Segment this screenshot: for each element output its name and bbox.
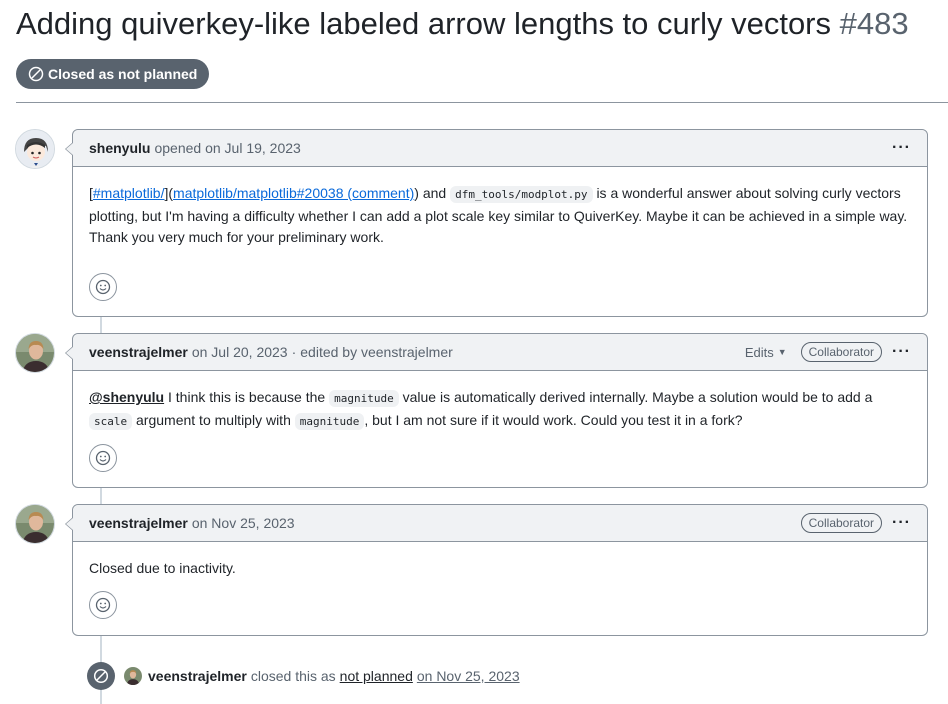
- comment-link[interactable]: #matplotlib/: [93, 185, 165, 201]
- inline-code: magnitude: [329, 390, 399, 407]
- issue-title-text: Adding quiverkey-like labeled arrow leng…: [16, 6, 832, 41]
- collaborator-badge: Collaborator: [800, 513, 883, 533]
- comment-author[interactable]: veenstrajelmer: [89, 344, 188, 360]
- state-label: Closed as not planned: [48, 66, 198, 82]
- comment-text: , but I am not sure if it would work. Co…: [364, 411, 743, 428]
- state-badge: Closed as not planned: [16, 59, 210, 89]
- avatar-illustration: [16, 130, 54, 168]
- inline-code: dfm_tools/modplot.py: [450, 186, 593, 203]
- issue-title: Adding quiverkey-like labeled arrow leng…: [16, 6, 909, 42]
- edited-by: edited by veenstrajelmer: [300, 344, 453, 360]
- comment-text: I think this is because the: [168, 389, 326, 405]
- more-options-icon[interactable]: ···: [892, 514, 911, 532]
- comment-text: and: [422, 185, 447, 201]
- inline-code: magnitude: [294, 412, 365, 430]
- skip-icon: [28, 66, 44, 82]
- comment-card: shenyulu opened on Jul 19, 2023 ··· [#ma…: [65, 129, 928, 317]
- header-divider: [16, 102, 948, 103]
- close-reason-link[interactable]: not planned: [340, 668, 413, 684]
- comment-header: shenyulu opened on Jul 19, 2023 ···: [73, 130, 927, 167]
- comment-card: veenstrajelmer on Jul 20, 2023 · edited …: [65, 333, 928, 488]
- comment-card: veenstrajelmer on Nov 25, 2023 Collabora…: [65, 504, 928, 636]
- timeline-line: [100, 487, 102, 505]
- add-reaction-button[interactable]: [89, 591, 117, 619]
- avatar-photo: [124, 667, 142, 685]
- more-options-icon[interactable]: ···: [892, 139, 911, 157]
- smiley-icon: [95, 597, 111, 613]
- avatar[interactable]: [15, 129, 55, 169]
- avatar[interactable]: [124, 667, 142, 685]
- comment-header: veenstrajelmer on Jul 20, 2023 · edited …: [73, 334, 927, 371]
- comment-date[interactable]: on Nov 25, 2023: [192, 515, 295, 531]
- smiley-icon: [95, 450, 111, 466]
- user-mention[interactable]: @shenyulu: [89, 389, 164, 405]
- comment-text: Closed due to inactivity.: [89, 560, 236, 576]
- edits-dropdown[interactable]: Edits ▼: [745, 345, 787, 360]
- avatar-photo: [16, 505, 54, 543]
- separator: ·: [291, 344, 297, 360]
- closed-event-badge: [87, 662, 115, 690]
- avatar[interactable]: [15, 333, 55, 373]
- close-event: veenstrajelmer closed this as not planne…: [124, 666, 520, 686]
- comment-text: value is automatically derived internall…: [402, 389, 873, 405]
- comment-date[interactable]: on Jul 20, 2023: [192, 344, 288, 360]
- comment-author[interactable]: veenstrajelmer: [89, 515, 188, 531]
- add-reaction-button[interactable]: [89, 444, 117, 472]
- comment-header: veenstrajelmer on Nov 25, 2023 Collabora…: [73, 505, 927, 542]
- event-author[interactable]: veenstrajelmer: [148, 668, 247, 684]
- skip-icon: [93, 668, 109, 684]
- comment-body: [#matplotlib/](matplotlib/matplotlib#200…: [89, 185, 908, 245]
- timeline-line: [100, 316, 102, 334]
- event-date[interactable]: on Nov 25, 2023: [417, 668, 520, 684]
- edits-label: Edits: [744, 344, 774, 360]
- comment-action[interactable]: opened on Jul 19, 2023: [154, 140, 300, 156]
- add-reaction-button[interactable]: [89, 273, 117, 301]
- collaborator-badge: Collaborator: [800, 342, 883, 362]
- smiley-icon: [95, 279, 111, 295]
- more-options-icon[interactable]: ···: [892, 343, 911, 361]
- avatar[interactable]: [15, 504, 55, 544]
- inline-code: scale: [89, 412, 133, 430]
- comment-body: @shenyulu I think this is because the ma…: [73, 371, 927, 432]
- comment-author[interactable]: shenyulu: [89, 140, 150, 156]
- event-text: closed this as: [250, 668, 336, 684]
- avatar-photo: [16, 334, 54, 372]
- comment-body: Closed due to inactivity.: [73, 542, 927, 580]
- issue-number: #483: [839, 6, 909, 41]
- comment-text: argument to multiply with: [136, 411, 291, 428]
- comment-link[interactable]: matplotlib/matplotlib#20038 (comment): [173, 185, 414, 201]
- triangle-down-icon: ▼: [777, 347, 787, 357]
